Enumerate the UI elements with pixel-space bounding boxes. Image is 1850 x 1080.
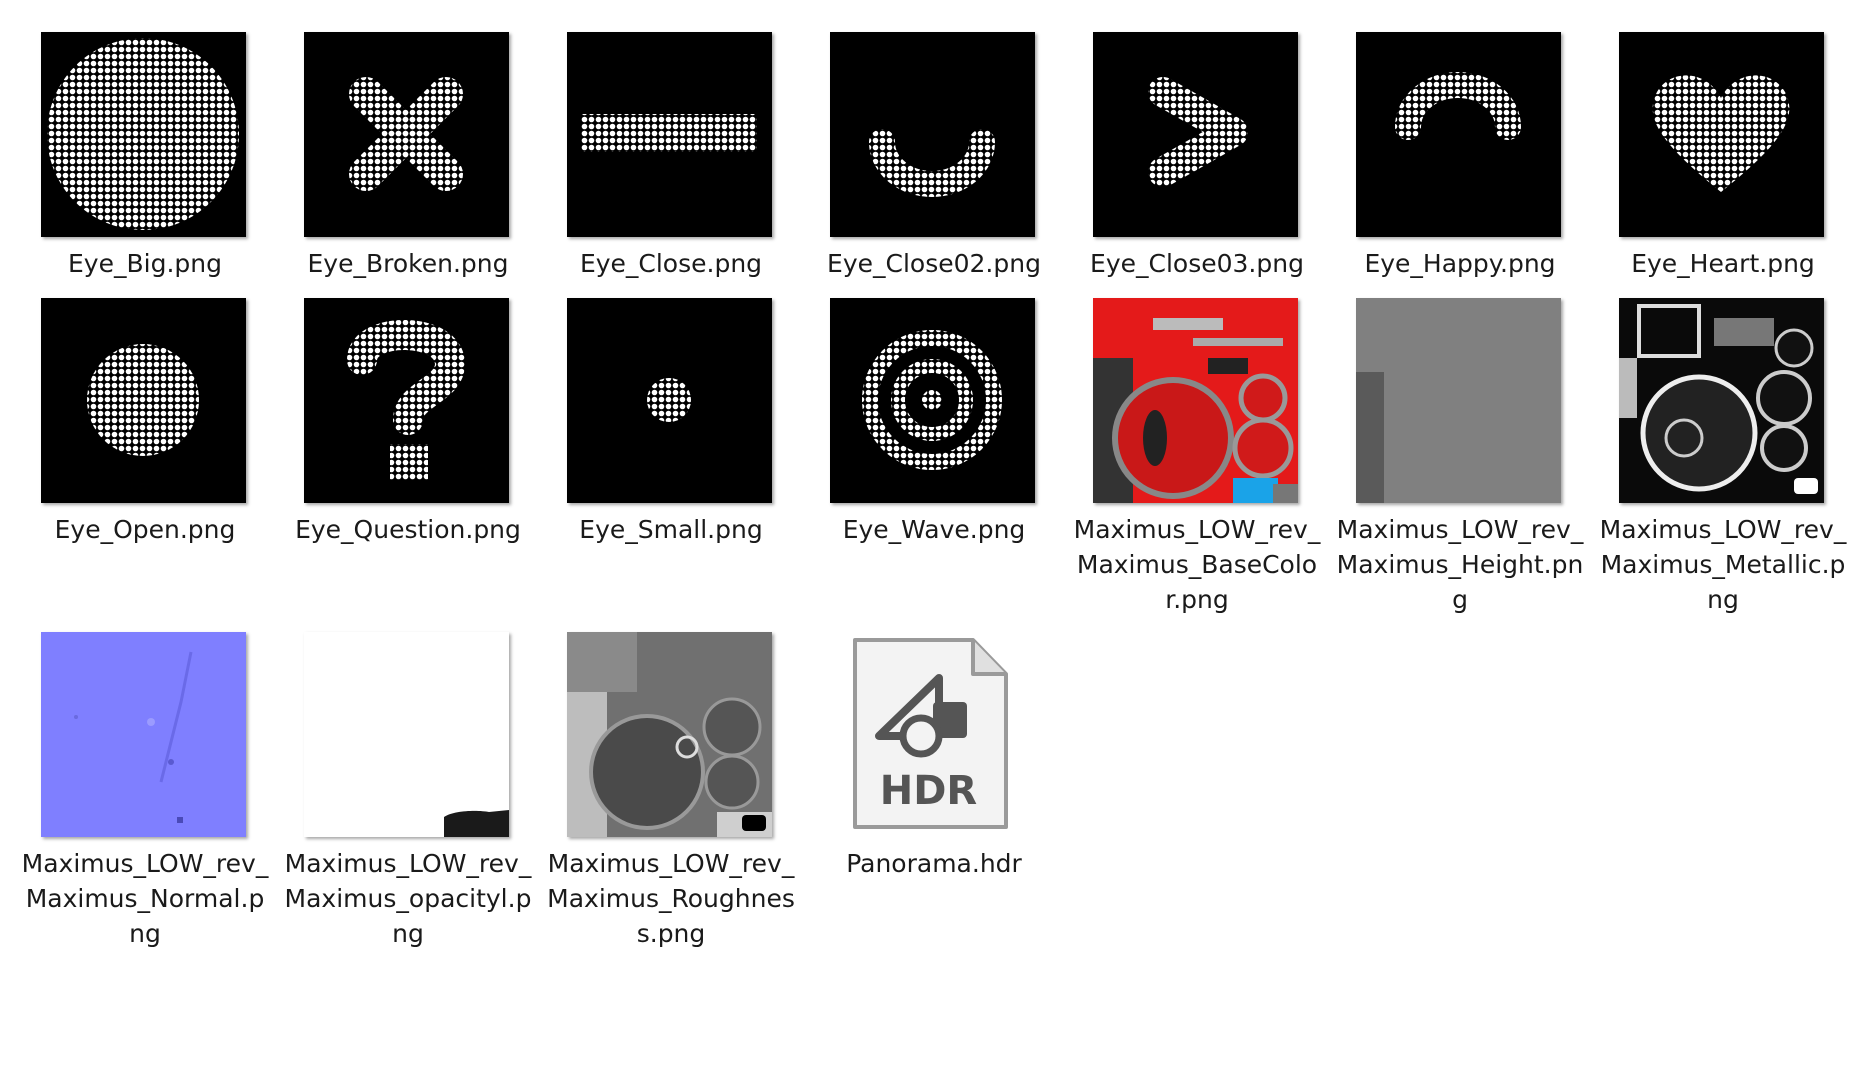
eye-heart-thumbnail [1619, 32, 1824, 237]
file-name: Maximus_LOW_rev_Maximus_Height.png [1336, 515, 1584, 614]
eye-open-thumbnail [41, 298, 246, 503]
file-name: Eye_Broken.png [307, 249, 509, 278]
file-name: Panorama.hdr [846, 849, 1022, 878]
file-name: Eye_Close02.png [827, 249, 1041, 278]
eye-wave-thumbnail [830, 298, 1035, 503]
file-name: Maximus_LOW_rev_Maximus_BaseColor.png [1073, 515, 1321, 614]
file-name: Maximus_LOW_rev_Maximus_Normal.png [21, 849, 269, 948]
file-name: Maximus_LOW_rev_Maximus_Roughness.png [547, 849, 795, 948]
roughness-texture-thumbnail [567, 632, 772, 837]
height-texture-thumbnail [1356, 298, 1561, 503]
eye-close-thumbnail [567, 32, 772, 237]
file-name: Eye_Open.png [54, 515, 236, 544]
file-name: Eye_Wave.png [842, 515, 1026, 544]
file-name: Maximus_LOW_rev_Maximus_opacityl.png [284, 849, 532, 948]
file-name: Eye_Happy.png [1364, 249, 1556, 278]
eye-big-thumbnail [41, 32, 246, 237]
metallic-texture-thumbnail [1619, 298, 1824, 503]
file-name: Eye_Small.png [579, 515, 763, 544]
file-name: Eye_Heart.png [1631, 249, 1815, 278]
eye-close02-thumbnail [830, 32, 1035, 237]
basecolor-texture-thumbnail [1093, 298, 1298, 503]
hdr-file-icon: HDR [841, 632, 1016, 837]
eye-small-thumbnail [567, 298, 772, 503]
file-name: Eye_Close.png [579, 249, 763, 278]
opacity-texture-thumbnail [304, 632, 509, 837]
file-name: Eye_Big.png [68, 249, 222, 278]
file-name: Eye_Question.png [295, 515, 521, 544]
eye-happy-thumbnail [1356, 32, 1561, 237]
hdr-badge: HDR [879, 768, 978, 814]
eye-question-thumbnail [304, 298, 509, 503]
file-grid: Eye_Big.png Eye_Broken.png Eye_Close.png [0, 0, 1850, 1080]
file-name: Eye_Close03.png [1090, 249, 1304, 278]
eye-close03-thumbnail [1093, 32, 1298, 237]
eye-broken-thumbnail [304, 32, 509, 237]
file-name: Maximus_LOW_rev_Maximus_Metallic.png [1599, 515, 1847, 614]
normal-texture-thumbnail [41, 632, 246, 837]
